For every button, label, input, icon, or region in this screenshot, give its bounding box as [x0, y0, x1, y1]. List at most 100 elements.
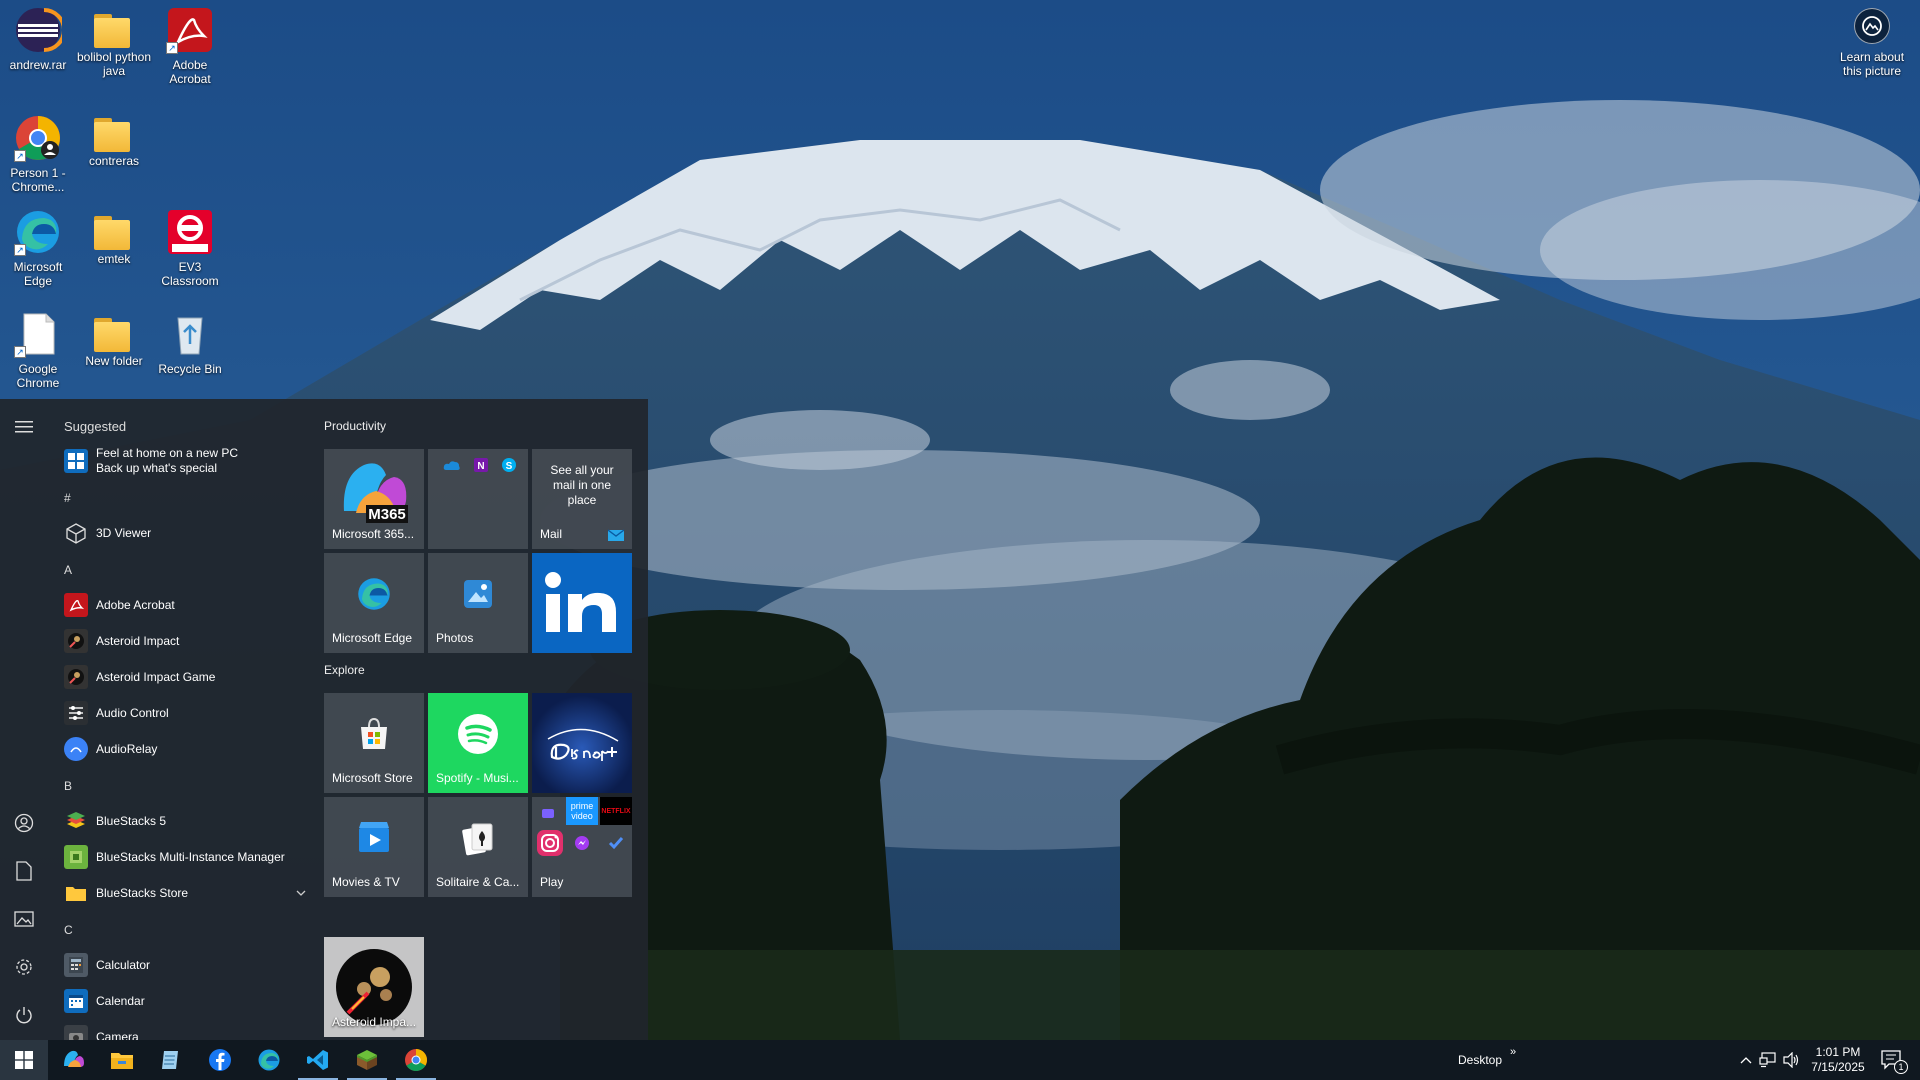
folder-icon: [94, 10, 134, 50]
learn-about-picture[interactable]: Learn about this picture: [1832, 8, 1912, 78]
action-center-button[interactable]: 1: [1874, 1040, 1910, 1080]
tile-office-apps-folder[interactable]: N S: [428, 449, 528, 549]
desktop-icon-label: New folder: [85, 354, 143, 368]
desktop-icon-andrew-rar[interactable]: andrew.rar: [0, 6, 76, 72]
desktop-icon-label: Person 1 - Chrome...: [10, 166, 66, 194]
tile-solitaire[interactable]: Solitaire & Ca...: [428, 797, 528, 897]
onenote-icon: N: [474, 458, 488, 472]
eclipse-icon: [14, 6, 66, 54]
taskbar-chrome[interactable]: [392, 1040, 440, 1080]
store-bag-icon: [324, 693, 424, 775]
chevron-down-icon[interactable]: [296, 887, 306, 899]
tile-spotify[interactable]: Spotify - Musi...: [428, 693, 528, 793]
tile-label: Microsoft Store: [332, 771, 413, 785]
desktop-icon-ev3-classroom[interactable]: EV3 Classroom: [152, 208, 228, 288]
app-asteroid-impact-game[interactable]: Asteroid Impact Game: [64, 659, 304, 695]
edge-icon: [258, 1049, 280, 1071]
shortcut-arrow-icon: ↗: [14, 346, 26, 358]
app-folder-bluestacks-store[interactable]: BlueStacks Store: [64, 875, 306, 911]
tile-photos[interactable]: Photos: [428, 553, 528, 653]
clock[interactable]: 1:01 PM 7/15/2025: [1804, 1040, 1872, 1080]
volume-icon[interactable]: [1780, 1040, 1804, 1080]
movies-tv-icon: [324, 797, 424, 879]
app-asteroid-impact[interactable]: Asteroid Impact: [64, 623, 304, 659]
acrobat-icon: [64, 593, 88, 617]
taskbar-edge[interactable]: [245, 1040, 293, 1080]
taskbar-copilot[interactable]: [50, 1040, 98, 1080]
taskbar-facebook[interactable]: [196, 1040, 244, 1080]
desktop-toolbar[interactable]: Desktop: [1448, 1040, 1512, 1080]
desktop-icon-adobe-acrobat[interactable]: ↗ Adobe Acrobat: [152, 6, 228, 86]
skype-icon: S: [502, 458, 516, 472]
section-header-hash[interactable]: #: [64, 491, 71, 505]
desktop-icon-person1-chrome[interactable]: ↗ Person 1 - Chrome...: [0, 114, 76, 194]
desktop-icon-microsoft-edge[interactable]: ↗ Microsoft Edge: [0, 208, 76, 288]
taskbar-minecraft[interactable]: [343, 1040, 391, 1080]
tile-microsoft-store[interactable]: Microsoft Store: [324, 693, 424, 793]
tile-label: Movies & TV: [332, 875, 400, 889]
clock-time: 1:01 PM: [1815, 1045, 1861, 1059]
app-bluestacks-multi-instance[interactable]: BlueStacks Multi-Instance Manager: [64, 839, 304, 875]
clock-date: 7/15/2025: [1811, 1060, 1865, 1074]
pictures-icon[interactable]: [8, 903, 40, 935]
tile-label: Spotify - Musi...: [436, 771, 519, 785]
app-label: 3D Viewer: [96, 526, 152, 540]
edge-icon: ↗: [14, 208, 62, 256]
tile-linkedin[interactable]: [532, 553, 632, 653]
onedrive-icon: [443, 461, 460, 470]
group-productivity[interactable]: Productivity: [324, 419, 386, 433]
tile-disney-plus[interactable]: [532, 693, 632, 793]
cube-icon: [64, 521, 88, 545]
show-hidden-icons-chevron-up-icon[interactable]: [1734, 1040, 1758, 1080]
app-label: Calendar: [96, 994, 145, 1008]
desktop-icon-label: EV3 Classroom: [161, 260, 219, 288]
tile-asteroid-impact[interactable]: Asteroid Impa...: [324, 937, 424, 1037]
app-calendar[interactable]: Calendar: [64, 983, 304, 1019]
folder-icon: [111, 1053, 133, 1069]
tile-play-folder[interactable]: prime video NETFLIX Play: [532, 797, 632, 897]
vscode-icon: [307, 1050, 328, 1070]
folder-icon: [64, 881, 88, 905]
settings-gear-icon[interactable]: [8, 951, 40, 983]
desktop-icon-google-chrome[interactable]: ↗ Google Chrome: [0, 310, 76, 390]
desktop-icon-new-folder[interactable]: New folder: [76, 310, 152, 368]
app-bluestacks-5[interactable]: BlueStacks 5: [64, 803, 304, 839]
tile-microsoft-edge[interactable]: Microsoft Edge: [324, 553, 424, 653]
desktop-icon-emtek[interactable]: emtek: [76, 208, 152, 266]
sliders-icon: [64, 701, 88, 725]
tile-microsoft-365[interactable]: M365 Microsoft 365...: [324, 449, 424, 549]
tile-mail[interactable]: See all your mail in one place Mail: [532, 449, 632, 549]
app-camera[interactable]: Camera: [64, 1019, 304, 1040]
start-button[interactable]: [0, 1040, 48, 1080]
app-audiorelay[interactable]: AudioRelay: [64, 731, 304, 767]
section-header-a[interactable]: A: [64, 563, 72, 577]
power-icon[interactable]: [8, 999, 40, 1031]
desktop-toolbar-chevron-icon[interactable]: »: [1506, 1032, 1520, 1072]
taskbar-file-explorer[interactable]: [98, 1040, 146, 1080]
tile-label: Microsoft Edge: [332, 631, 413, 645]
app-3d-viewer[interactable]: 3D Viewer: [64, 515, 304, 551]
suggested-item-backup[interactable]: Feel at home on a new PC Back up what's …: [64, 443, 304, 479]
document-icon: ↗: [14, 310, 62, 358]
network-icon[interactable]: [1756, 1040, 1780, 1080]
desktop-icon-contreras[interactable]: contreras: [76, 110, 152, 168]
desktop-toolbar-label: Desktop: [1457, 1053, 1503, 1067]
documents-icon[interactable]: [8, 855, 40, 887]
shortcut-arrow-icon: ↗: [14, 244, 26, 256]
app-adobe-acrobat[interactable]: Adobe Acrobat: [64, 587, 304, 623]
taskbar-notepad[interactable]: [146, 1040, 194, 1080]
desktop-icon-label: Adobe Acrobat: [169, 58, 211, 86]
tile-movies-tv[interactable]: Movies & TV: [324, 797, 424, 897]
app-audio-control[interactable]: Audio Control: [64, 695, 304, 731]
section-header-b[interactable]: B: [64, 779, 72, 793]
taskbar-vscode[interactable]: [294, 1040, 342, 1080]
desktop-icon-bolibol[interactable]: bolibol python java: [76, 6, 152, 78]
group-explore[interactable]: Explore: [324, 663, 365, 677]
hamburger-menu-icon[interactable]: [8, 411, 40, 443]
desktop-icon-recycle-bin[interactable]: Recycle Bin: [152, 310, 228, 376]
app-calculator[interactable]: Calculator: [64, 947, 304, 983]
spotify-icon: [428, 693, 528, 775]
todo-check-icon: [608, 837, 624, 850]
section-header-c[interactable]: C: [64, 923, 73, 937]
user-account-icon[interactable]: [8, 807, 40, 839]
